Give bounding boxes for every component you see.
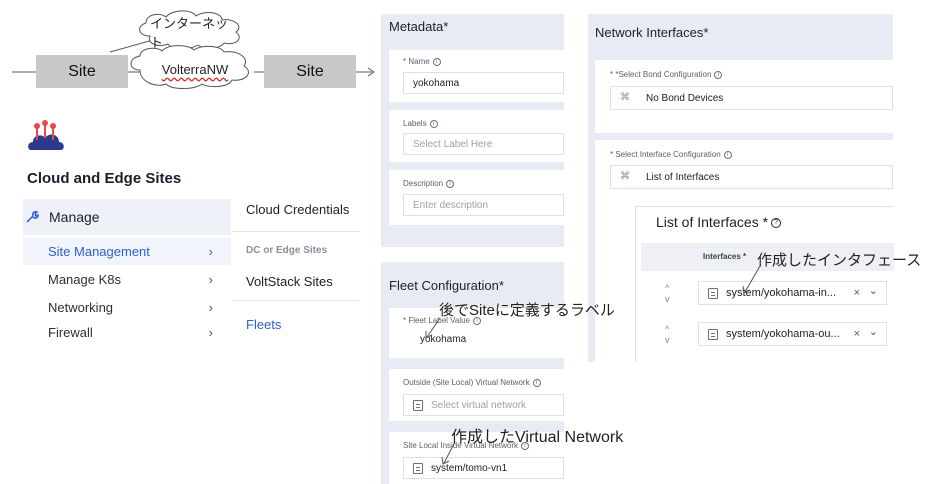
annotation-virtual-network: 作成したVirtual Network [451, 429, 624, 446]
annotation-interface: 作成したインタフェース [757, 252, 922, 269]
annotation-site-label: 後でSiteに定義するラベル [439, 302, 615, 319]
annotation-arrows [425, 265, 761, 465]
